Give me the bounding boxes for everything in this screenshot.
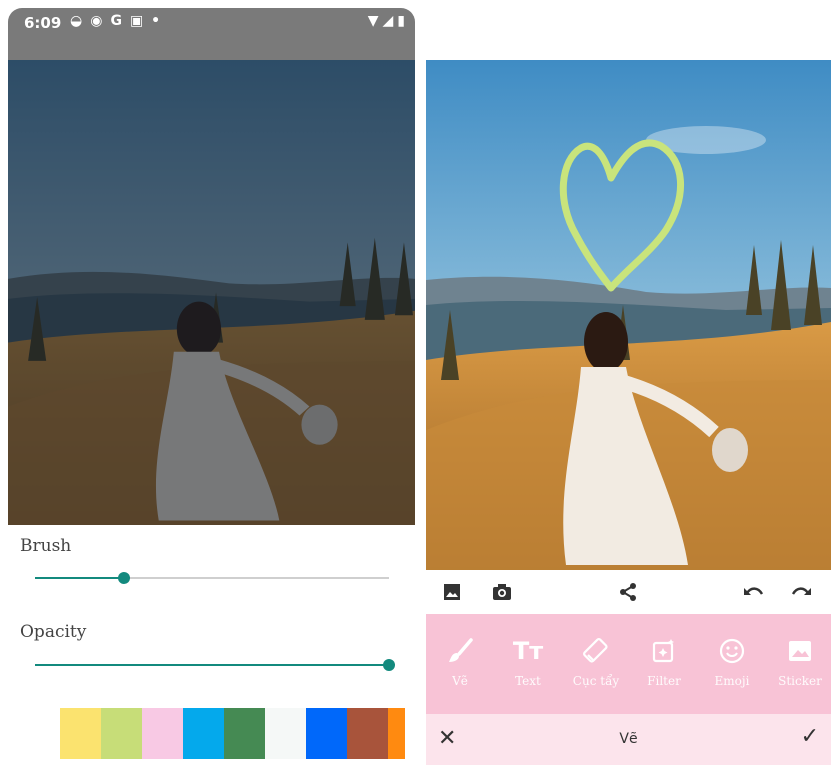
landscape-photo-bright — [426, 60, 831, 570]
opacity-slider-thumb[interactable] — [383, 659, 395, 671]
text-icon: Tт — [512, 637, 544, 665]
top-area — [426, 8, 831, 60]
color-palette — [60, 708, 405, 759]
color-swatch[interactable] — [183, 708, 224, 759]
left-screen: 6:09 ◒ ◉ G ▣ • ▼ ◢ ▮ Brush Opacity — [8, 8, 415, 765]
emoji-icon — [719, 634, 745, 668]
color-swatch[interactable] — [388, 708, 405, 759]
brush-slider-fill — [35, 577, 124, 579]
color-swatch[interactable] — [306, 708, 347, 759]
tool-filter[interactable]: Filter — [630, 614, 698, 714]
tool-eraser[interactable]: Cục tẩy — [562, 614, 630, 714]
camera-icon[interactable] — [490, 580, 514, 604]
tool-draw[interactable]: Vẽ — [426, 614, 494, 714]
messenger-icon: ◒ — [70, 13, 83, 29]
brush-label: Brush — [20, 536, 72, 556]
color-swatch[interactable] — [60, 708, 101, 759]
filter-icon — [651, 634, 677, 668]
sticker-icon — [787, 634, 813, 668]
color-swatch[interactable] — [142, 708, 183, 759]
opacity-slider[interactable] — [35, 659, 395, 671]
color-swatch[interactable] — [265, 708, 306, 759]
tool-sticker[interactable]: Sticker — [766, 614, 831, 714]
tool-emoji-label: Emoji — [714, 674, 750, 688]
tool-bar: Vẽ Tт Text Cục tẩy Filter Emoji Sticker — [426, 614, 831, 714]
tool-sticker-label: Sticker — [778, 674, 822, 688]
status-right-icons: ▼ ◢ ▮ — [368, 13, 405, 29]
photo-canvas[interactable] — [8, 60, 415, 525]
tool-text-label: Text — [515, 674, 541, 688]
opacity-label: Opacity — [20, 622, 87, 642]
tool-filter-label: Filter — [647, 674, 681, 688]
check-icon[interactable]: ✓ — [801, 724, 819, 749]
wifi-icon: ▼ — [367, 13, 379, 29]
google-icon: G — [110, 13, 122, 29]
tool-draw-label: Vẽ — [452, 674, 468, 688]
bottom-bar-title: Vẽ — [619, 731, 638, 747]
brush-size-slider[interactable] — [35, 572, 389, 584]
dot-icon: • — [151, 13, 161, 29]
color-swatch[interactable] — [101, 708, 142, 759]
bottom-bar: ✕ Vẽ ✓ — [426, 714, 831, 765]
status-time: 6:09 — [24, 14, 62, 32]
chrome-icon: ◉ — [90, 13, 103, 29]
opacity-slider-fill — [35, 664, 389, 666]
right-screen: Vẽ Tт Text Cục tẩy Filter Emoji Sticker … — [426, 8, 831, 765]
signal-icon: ◢ — [382, 13, 394, 29]
status-bar: 6:09 ◒ ◉ G ▣ • ▼ ◢ ▮ — [8, 8, 415, 60]
brush-slider-thumb[interactable] — [117, 572, 130, 584]
tool-text[interactable]: Tт Text — [494, 614, 562, 714]
brush-icon — [447, 634, 473, 668]
photo-canvas-edit[interactable] — [426, 60, 831, 570]
share-icon[interactable] — [616, 580, 640, 604]
tool-eraser-label: Cục tẩy — [572, 674, 620, 688]
notification-icons: ◒ ◉ G ▣ • — [70, 13, 160, 29]
tool-emoji[interactable]: Emoji — [698, 614, 766, 714]
gallery-icon: ▣ — [129, 13, 144, 29]
action-toolbar — [426, 570, 831, 614]
battery-icon: ▮ — [397, 13, 405, 29]
color-swatch[interactable] — [224, 708, 265, 759]
undo-icon[interactable] — [741, 580, 765, 604]
dim-overlay — [8, 60, 415, 525]
color-swatch[interactable] — [347, 708, 388, 759]
eraser-icon — [582, 634, 610, 668]
redo-icon[interactable] — [790, 580, 814, 604]
gallery-icon[interactable] — [440, 580, 464, 604]
